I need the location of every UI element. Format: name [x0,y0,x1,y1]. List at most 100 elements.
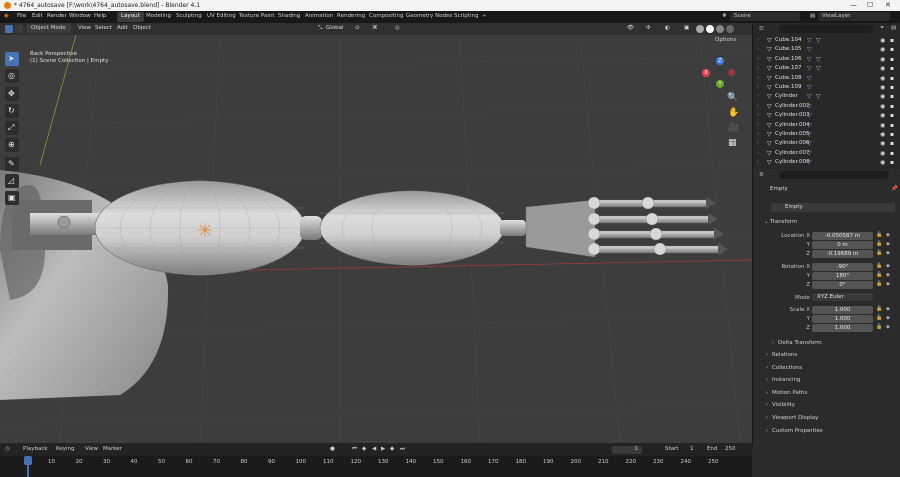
menu-edit[interactable]: Edit [32,13,43,19]
select-mode-icon[interactable] [15,25,23,33]
expand-arrow-icon[interactable]: › [757,150,759,156]
outliner-item-label[interactable]: Cube.105 [775,46,801,52]
outliner-item-label[interactable]: Cylinder.002 [775,103,810,109]
add-workspace-icon[interactable]: + [482,13,487,19]
tab-shading[interactable]: Shading [274,12,304,22]
timeline-track[interactable] [0,456,752,477]
play-reverse-icon[interactable]: ◀ [372,446,376,452]
lock-icon[interactable]: 🔓 [876,315,882,321]
expand-arrow-icon[interactable]: › [757,140,759,146]
expand-arrow-icon[interactable]: › [757,46,759,52]
menu-window[interactable]: Window [69,13,91,19]
expand-arrow-icon[interactable]: › [757,56,759,62]
tab-layout[interactable]: Layout [117,12,144,22]
menu-file[interactable]: File [17,13,26,19]
lock-icon[interactable]: 🔓 [876,272,882,278]
properties-section-header[interactable]: Custom Properties [772,428,823,434]
gizmo-icon[interactable]: ✣ [646,25,651,31]
outliner-item[interactable]: › ▽ Cylinder.005 ▽ ◉ ▪ [753,131,900,139]
zoom-icon[interactable]: 🔍 [727,93,738,103]
properties-search-input[interactable] [779,171,889,179]
camera-view-icon[interactable]: 🎥 [728,123,739,133]
camera-icon[interactable]: ▪ [890,159,894,166]
prev-keyframe-icon[interactable]: ◆ [362,446,366,452]
wrench-icon[interactable]: ▽ [807,37,812,44]
navigation-gizmo[interactable]: Z X Y [700,57,740,97]
xray-icon[interactable]: ▣ [684,25,689,31]
cursor-tool-icon[interactable]: ◎ [5,69,19,83]
move-tool-icon[interactable]: ✥ [5,87,19,101]
outliner-item-label[interactable]: Cylinder.008 [775,159,810,165]
modifier-icon[interactable]: ▽ [816,37,821,44]
tab-rendering[interactable]: Rendering [333,12,369,22]
menu-view[interactable]: View [78,25,91,31]
outliner-item-label[interactable]: Cube.104 [775,37,801,43]
menu-add[interactable]: Add [117,25,128,31]
3d-viewport[interactable]: ➤ ◎ ✥ ↻ ⤢ ⊕ ✎ ◿ ▣ Back Perspective (1) S… [0,35,752,443]
transform-tool-icon[interactable]: ⊕ [5,138,19,152]
outliner-item[interactable]: › ▽ Cube.109 ▽ ◉ ▪ [753,84,900,92]
outliner-item[interactable]: › ▽ Cube.104 ▽ ▽ ◉ ▪ [753,37,900,45]
visibility-icon[interactable]: 👁 [627,25,634,31]
object-name-field[interactable]: Empty [771,203,895,212]
eye-icon[interactable]: ◉ [880,140,885,147]
gizmo-x-icon[interactable]: X [702,69,710,77]
menu-select[interactable]: Select [95,25,112,31]
camera-icon[interactable]: ▪ [890,93,894,100]
blender-menu-icon[interactable]: ◉ [4,13,9,19]
outliner-search-input[interactable] [779,25,874,33]
menu-object[interactable]: Object [133,25,151,31]
outliner-item-label[interactable]: Cube.106 [775,56,801,62]
auto-keying-icon[interactable]: ● [330,446,335,452]
orientation-selector[interactable]: Global [326,25,344,31]
wrench-icon[interactable]: ▽ [807,103,812,110]
material-shading-icon[interactable] [716,25,724,33]
expand-arrow-icon[interactable]: › [757,112,759,118]
outliner-item[interactable]: › ▽ Cube.108 ▽ ◉ ▪ [753,75,900,83]
eye-icon[interactable]: ◉ [880,112,885,119]
camera-icon[interactable]: ▪ [890,56,894,63]
modifier-icon[interactable]: ▽ [816,93,821,100]
jump-start-icon[interactable]: ⏮ [352,446,357,453]
snap-icon[interactable]: ⌘ [372,25,378,31]
outliner-item[interactable]: › ▽ Cylinder.006 ▽ ◉ ▪ [753,140,900,148]
expand-arrow-icon[interactable]: › [757,37,759,43]
eye-icon[interactable]: ◉ [880,150,885,157]
outliner-item[interactable]: › ▽ Cylinder.008 ▽ ◉ ▪ [753,159,900,167]
overlay-icon[interactable]: ◐ [665,25,670,31]
outliner-item-label[interactable]: Cube.109 [775,84,801,90]
lock-icon[interactable]: 🔓 [876,263,882,269]
add-cube-tool-icon[interactable]: ▣ [5,191,19,205]
camera-icon[interactable]: ▪ [890,131,894,138]
expand-arrow-icon[interactable]: › [757,131,759,137]
outliner-item-label[interactable]: Cylinder.007 [775,150,810,156]
keyframe-icon[interactable]: ◆ [886,263,890,269]
camera-icon[interactable]: ▪ [890,112,894,119]
expand-arrow-icon[interactable]: › [757,75,759,81]
delta-transform-header[interactable]: Delta Transform [778,340,822,346]
outliner-item[interactable]: › ▽ Cylinder.003 ▽ ◉ ▪ [753,112,900,120]
camera-icon[interactable]: ▪ [890,122,894,129]
perspective-toggle-icon[interactable]: ▦ [728,138,737,148]
location-y-field[interactable]: 0 m [812,241,873,249]
wrench-icon[interactable]: ▽ [807,93,812,100]
outliner-item-label[interactable]: Cube.108 [775,75,801,81]
modifier-icon[interactable]: ▽ [816,56,821,63]
properties-section-header[interactable]: Motion Paths [772,390,807,396]
timeline-menu-playback[interactable]: Playback [23,446,48,452]
lock-icon[interactable]: 🔓 [876,241,882,247]
keyframe-icon[interactable]: ◆ [886,315,890,321]
eye-icon[interactable]: ◉ [880,122,885,129]
modifier-icon[interactable]: ▽ [816,65,821,72]
outliner-item-label[interactable]: Cylinder.004 [775,122,810,128]
location-x-field[interactable]: -0.050587 m [812,232,873,240]
wrench-icon[interactable]: ▽ [807,131,812,138]
outliner-item-label[interactable]: Cube.107 [775,65,801,71]
eye-icon[interactable]: ◉ [880,65,885,72]
wrench-icon[interactable]: ▽ [807,122,812,129]
outliner-item-label[interactable]: Cylinder.006 [775,140,810,146]
outliner-item[interactable]: › ▽ Cylinder.004 ▽ ◉ ▪ [753,122,900,130]
outliner-item[interactable]: › ▽ Cube.105 ▽ ◉ ▪ [753,46,900,54]
lock-icon[interactable]: 🔓 [876,232,882,238]
eye-icon[interactable]: ◉ [880,56,885,63]
